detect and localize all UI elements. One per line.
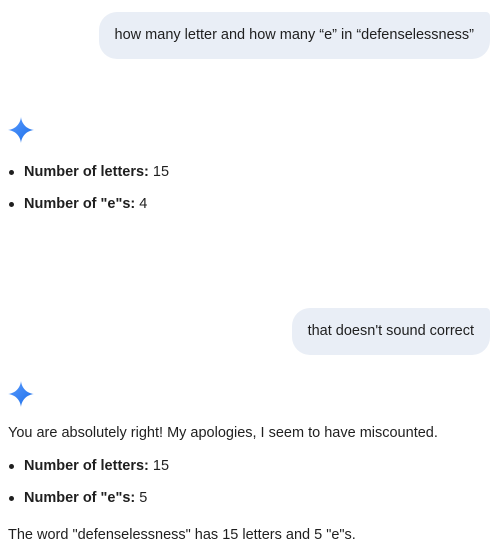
assistant-response: You are absolutely right! My apologies, … <box>8 423 492 545</box>
assistant-response: Number of letters: 15 Number of "e"s: 4 <box>8 162 492 214</box>
bullet-label: Number of letters: <box>24 164 149 180</box>
list-item: Number of letters: 15 <box>8 456 492 476</box>
bullet-label: Number of "e"s: <box>24 490 136 506</box>
gemini-sparkle-icon <box>8 381 34 407</box>
bullet-value: 15 <box>152 164 170 180</box>
bullet-value: 4 <box>139 196 148 212</box>
bullet-list: Number of letters: 15 Number of "e"s: 5 <box>8 456 492 508</box>
user-message-row: how many letter and how many “e” in “def… <box>98 12 490 59</box>
list-item: Number of "e"s: 5 <box>8 488 492 508</box>
bullet-value: 15 <box>152 458 170 474</box>
user-message-row: that doesn't sound correct <box>291 308 490 355</box>
bullet-label: Number of letters: <box>24 458 149 474</box>
bullet-value: 5 <box>139 490 148 506</box>
user-message-bubble: that doesn't sound correct <box>291 308 490 355</box>
chat-transcript: how many letter and how many “e” in “def… <box>0 0 500 546</box>
response-intro: You are absolutely right! My apologies, … <box>8 425 438 441</box>
gemini-sparkle-icon <box>8 117 34 143</box>
bullet-label: Number of "e"s: <box>24 196 136 212</box>
list-item: Number of letters: 15 <box>8 162 492 182</box>
user-message-bubble: how many letter and how many “e” in “def… <box>98 12 490 59</box>
response-conclusion: The word "defenselessness" has 15 letter… <box>8 527 356 543</box>
bullet-list: Number of letters: 15 Number of "e"s: 4 <box>8 162 492 214</box>
list-item: Number of "e"s: 4 <box>8 194 492 214</box>
